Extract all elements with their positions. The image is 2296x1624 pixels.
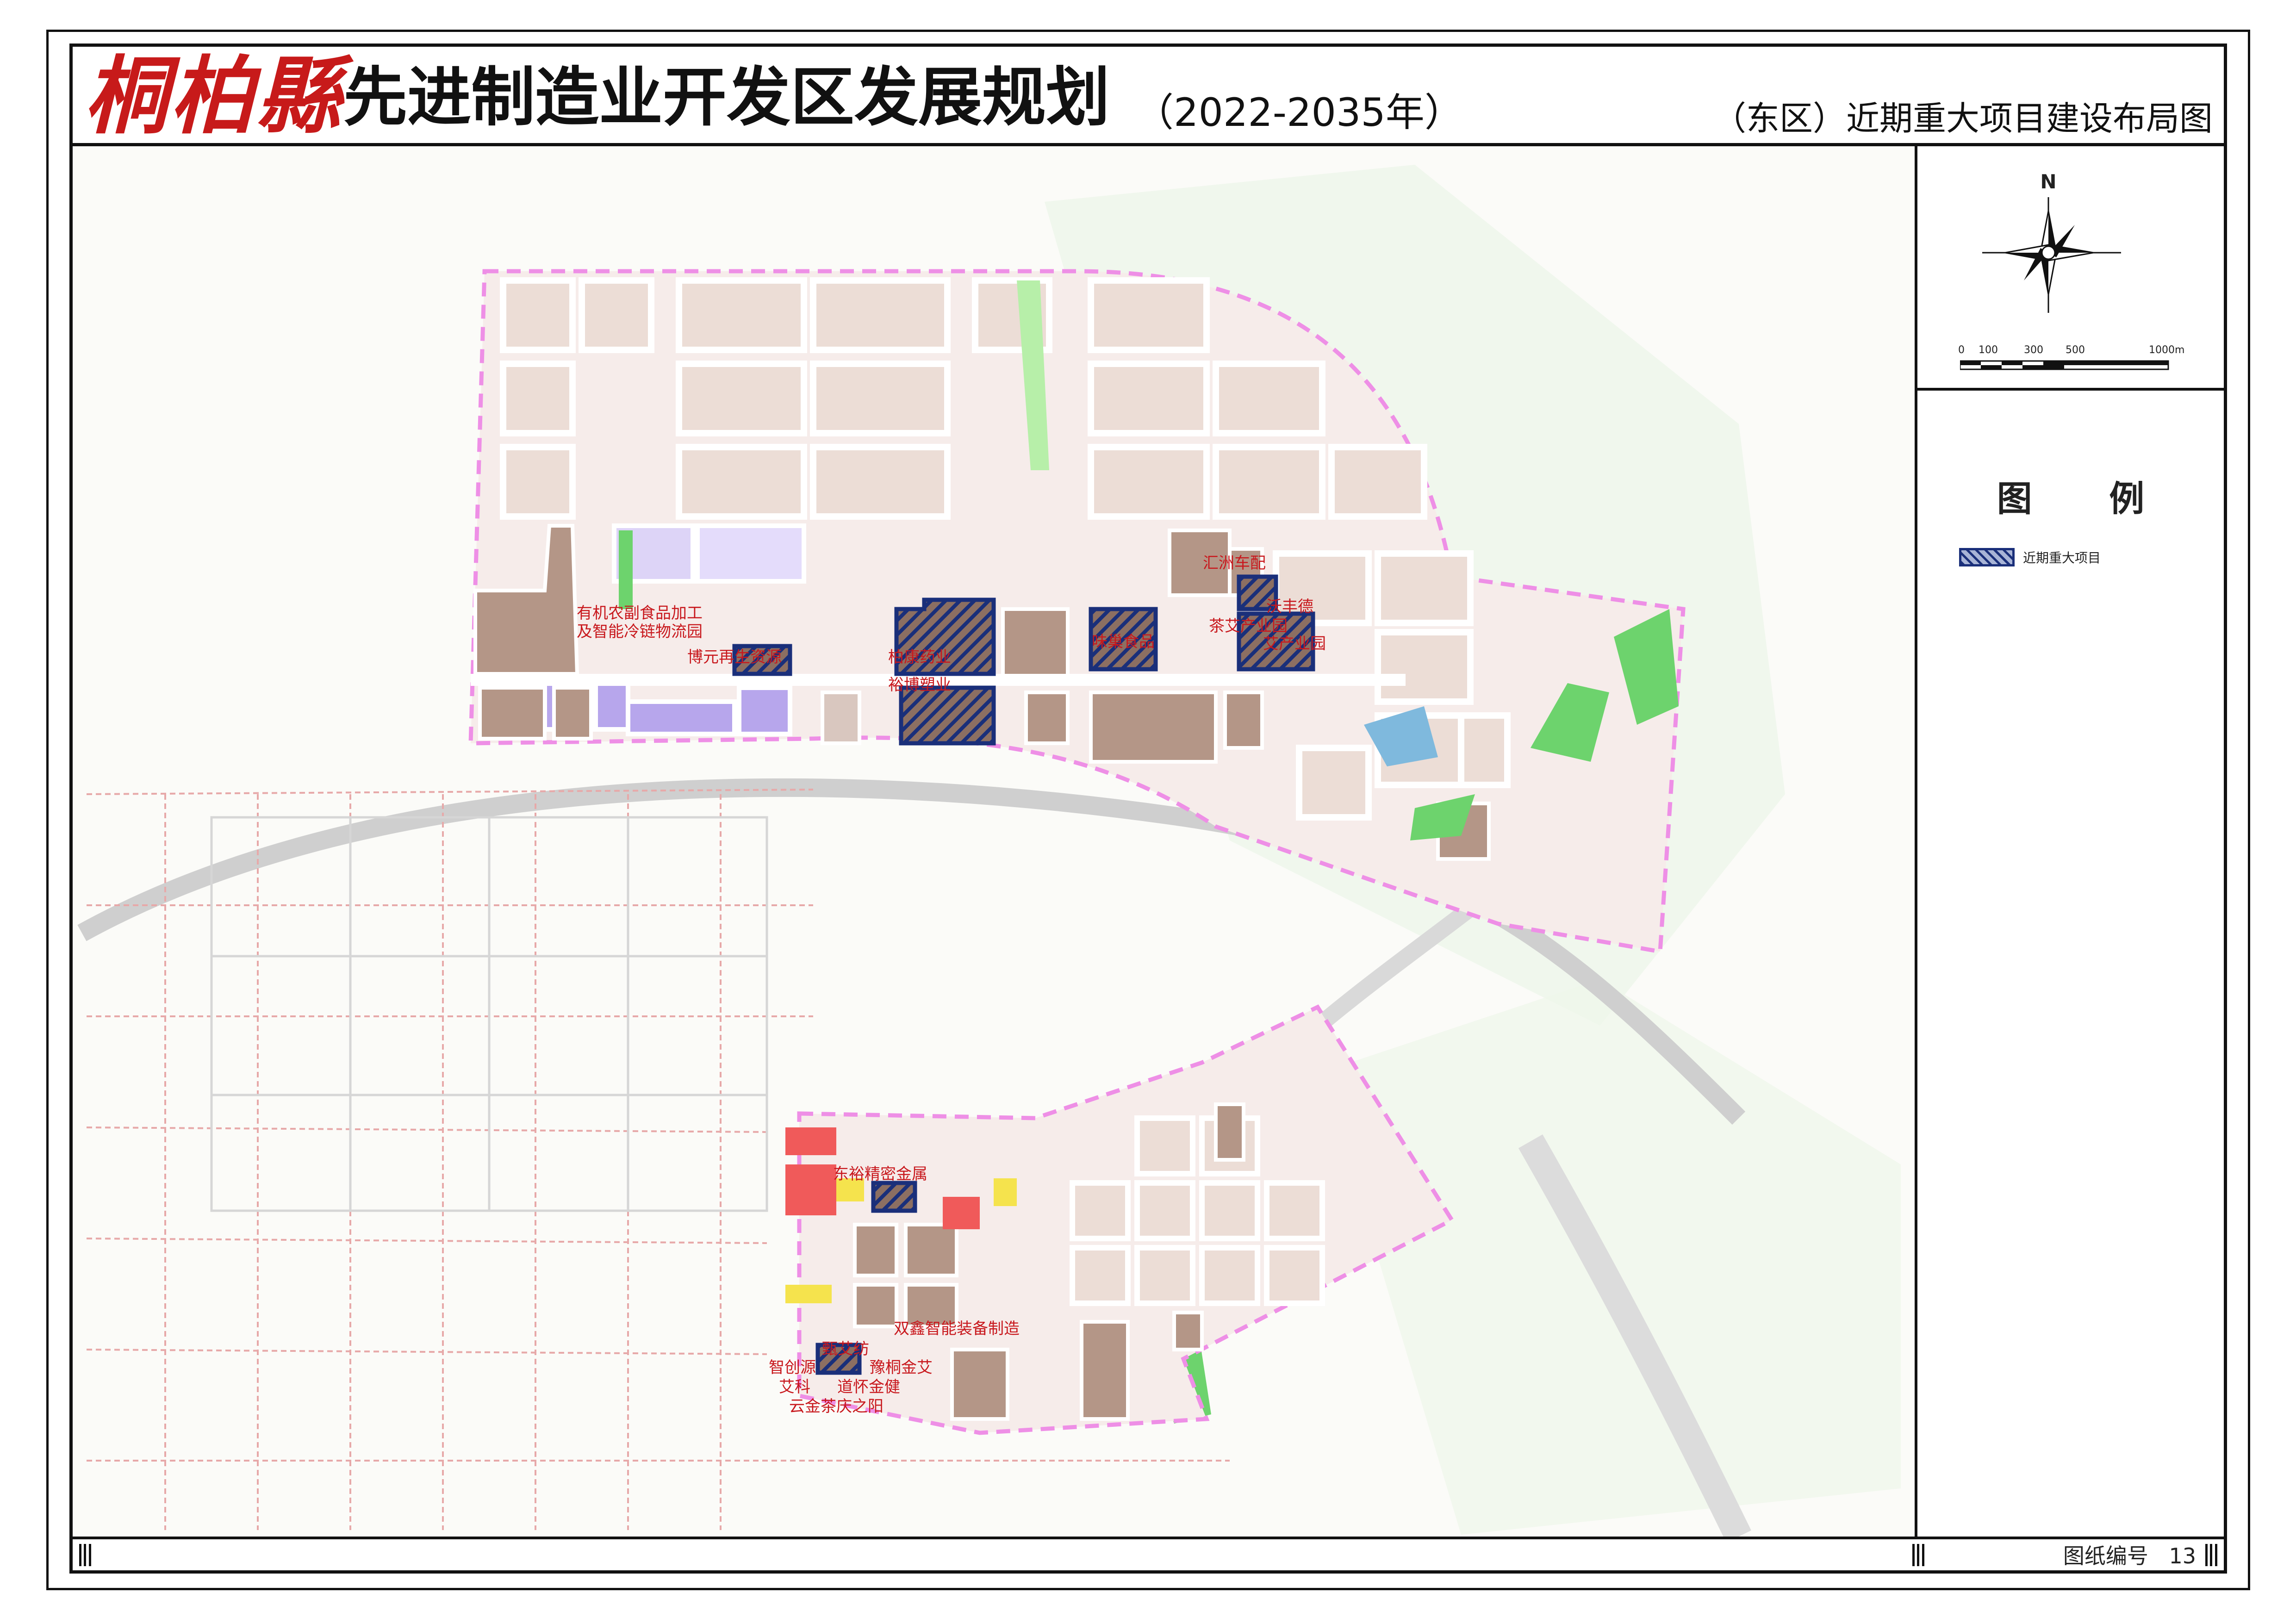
north-label: N — [2040, 170, 2057, 193]
label-yutongjinai: 豫桐金艾 — [870, 1358, 933, 1377]
label-weichao: 味巢食品 — [1092, 633, 1155, 651]
scale-label-1000: 1000m — [2149, 344, 2185, 356]
label-daohuaijinjian: 道怀金健 — [837, 1378, 900, 1396]
scale-bar — [1960, 360, 2169, 370]
title-years: （2022-2035年） — [1135, 90, 1463, 135]
label-aike: 艾科 — [779, 1378, 810, 1396]
map-canvas[interactable]: 有机农副食品加工 及智能冷链物流园 博元再生资源 柏康药业 裕博塑业 味巢食品 … — [73, 146, 1915, 1537]
compass-rose-icon — [1982, 197, 2121, 313]
county-logo: 桐柏縣 — [84, 46, 342, 145]
scale-labels: 0 100 300 500 1000m — [1958, 344, 2190, 358]
label-yubo: 裕博塑业 — [888, 676, 951, 694]
map-area[interactable]: 有机农副食品加工 及智能冷链物流园 博元再生资源 柏康药业 裕博塑业 味巢食品 … — [73, 146, 1915, 1537]
title-bar: 桐柏縣 先进制造业开发区发展规划 （2022-2035年） （东区）近期重大项目… — [73, 47, 2224, 146]
label-baikang: 柏康药业 — [888, 648, 951, 666]
scale-label-500: 500 — [2066, 344, 2085, 356]
legend-title: 图 例 — [1997, 478, 2177, 519]
label-organic-food-1: 有机农副食品加工 — [577, 604, 703, 622]
side-panel: N 0 100 300 500 1000m 图 例 近期重大项目 — [1915, 146, 2224, 1537]
label-dongyu: 东裕精密金属 — [833, 1165, 927, 1183]
page-title: 先进制造业开发区发展规划 — [343, 60, 1110, 135]
sheet-number: 图纸编号 13 — [2063, 1543, 2196, 1569]
label-chaai-park: 茶艾产业园 — [1209, 617, 1288, 635]
sheet-number-value: 13 — [2169, 1543, 2196, 1568]
label-ai-park: 艾产业园 — [1263, 635, 1326, 653]
map-subtitle: （东区）近期重大项目建设布局图 — [1712, 99, 2213, 138]
sheet-number-label: 图纸编号 — [2063, 1543, 2148, 1568]
legend-swatch-hatched — [1959, 548, 2015, 566]
bottom-bar: 图纸编号 13 — [73, 1537, 2224, 1570]
label-huizhou: 汇洲车配 — [1203, 554, 1266, 572]
scale-label-100: 100 — [1979, 344, 1998, 356]
compass-box: N 0 100 300 500 1000m — [1917, 146, 2224, 391]
legend-item-major-project: 近期重大项目 — [1959, 547, 2101, 567]
frame-tick-right — [2205, 1544, 2217, 1566]
label-zhenaifang: 甄艾纺 — [822, 1340, 869, 1358]
scale-label-300: 300 — [2024, 344, 2043, 356]
label-yunjin: 云金茶庆之阳 — [789, 1397, 884, 1416]
frame-tick-mid — [1912, 1544, 1924, 1566]
label-organic-food-2: 及智能冷链物流园 — [577, 622, 703, 641]
legend-label: 近期重大项目 — [2023, 550, 2101, 566]
frame-tick-left — [79, 1544, 91, 1566]
label-shuangxin: 双鑫智能装备制造 — [894, 1319, 1020, 1338]
scale-label-0: 0 — [1958, 344, 1965, 356]
label-wofengde: 沃丰德 — [1266, 597, 1313, 616]
label-boyuan: 博元再生资源 — [687, 648, 782, 666]
label-zhichuangyuan: 智创源 — [769, 1358, 816, 1377]
